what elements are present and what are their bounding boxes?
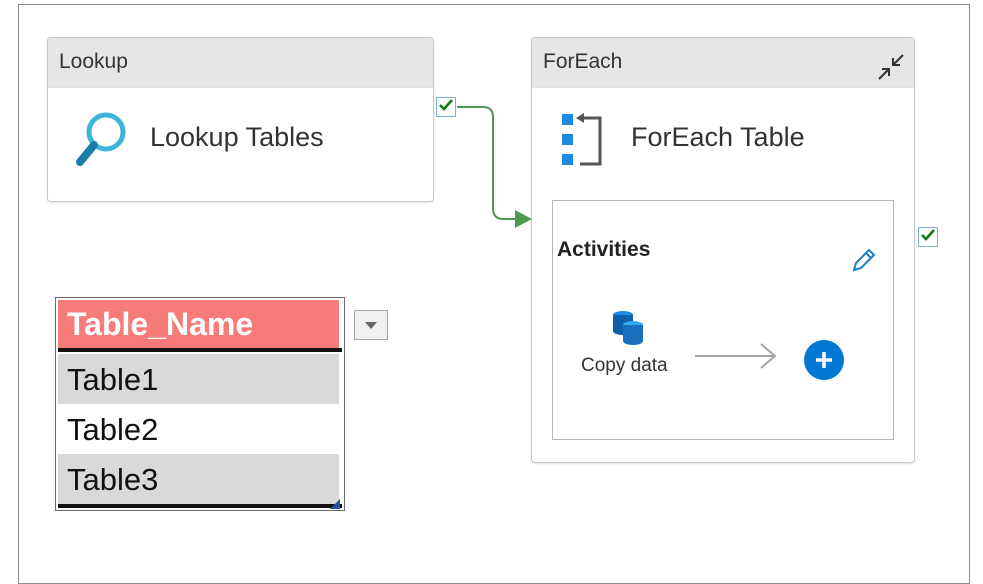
- copy-data-label: Copy data: [581, 355, 668, 376]
- foreach-icon: [560, 112, 606, 168]
- table-bottom-border: [58, 504, 342, 508]
- collapse-icon[interactable]: [875, 51, 907, 83]
- dropdown-arrow-icon[interactable]: [354, 310, 388, 340]
- activities-title: Activities: [557, 238, 651, 261]
- magnifier-icon: [72, 108, 132, 170]
- pencil-icon[interactable]: [849, 245, 879, 275]
- plus-circle-icon[interactable]: [803, 339, 845, 381]
- copy-data-icon[interactable]: [609, 307, 649, 347]
- foreach-activity-title: ForEach Table: [631, 122, 805, 152]
- lookup-activity[interactable]: Lookup Lookup Tables: [47, 37, 434, 202]
- foreach-activity[interactable]: ForEach ForEach Table Activities Copy da…: [531, 37, 915, 463]
- lookup-success-port[interactable]: [436, 97, 456, 117]
- resize-handle-icon[interactable]: [330, 496, 340, 509]
- table-row: Table1: [58, 354, 339, 404]
- table-row: Table3: [58, 454, 339, 504]
- success-connector[interactable]: [455, 100, 535, 230]
- table-name-sheet: Table_Name Table1 Table2 Table3: [55, 297, 388, 511]
- lookup-activity-header: Lookup: [48, 38, 433, 88]
- foreach-inner-activities[interactable]: Activities Copy data: [552, 200, 894, 440]
- checkmark-icon: [921, 228, 935, 246]
- sheet-header: Table_Name: [58, 300, 339, 348]
- table-row: Table2: [58, 404, 339, 454]
- arrow-connector: [695, 341, 781, 371]
- checkmark-icon: [439, 98, 453, 116]
- header-divider: [58, 348, 342, 352]
- foreach-success-port[interactable]: [918, 227, 938, 247]
- foreach-activity-header: ForEach: [532, 38, 914, 88]
- lookup-activity-title: Lookup Tables: [150, 122, 324, 152]
